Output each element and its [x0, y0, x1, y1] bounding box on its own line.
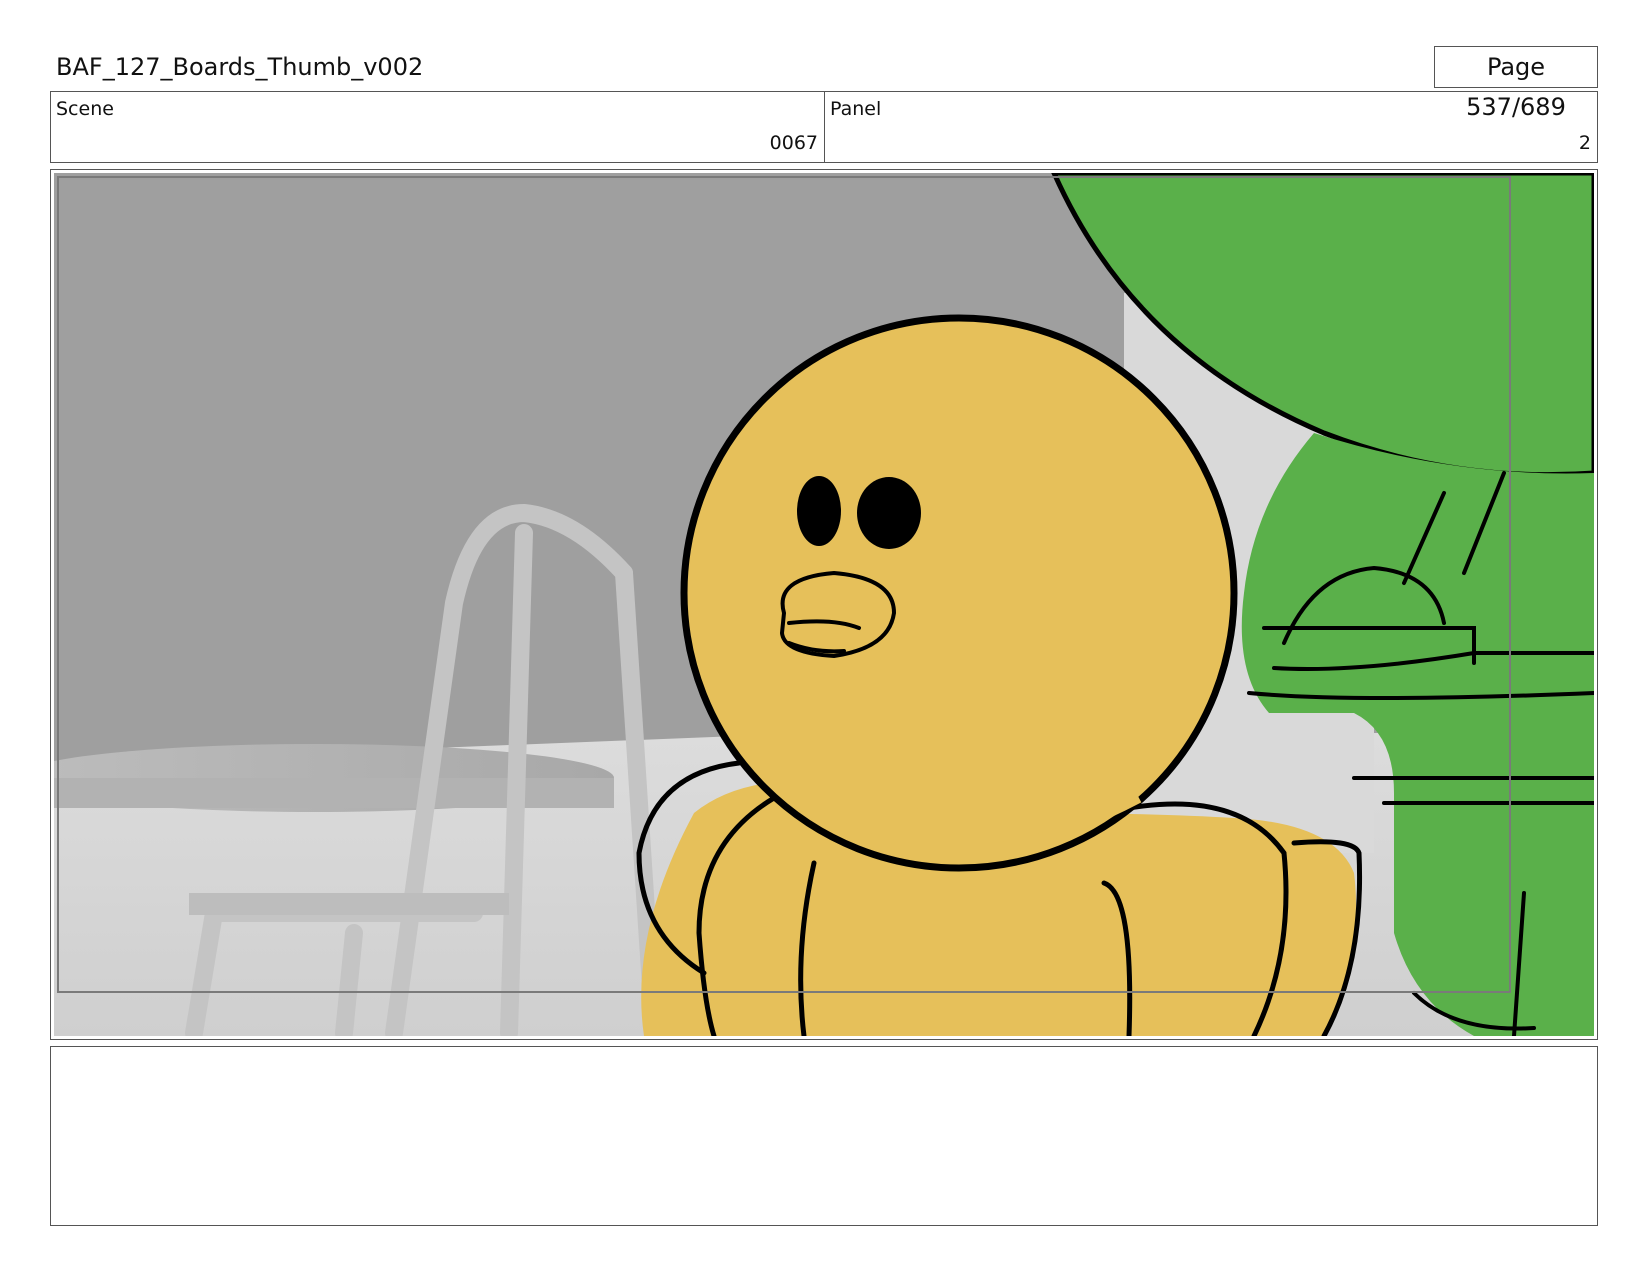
page-indicator: Page 537/689	[1434, 46, 1598, 121]
info-row: Scene 0067 Panel 2	[50, 91, 1598, 163]
storyboard-drawing	[54, 173, 1594, 1036]
scene-label: Scene	[56, 98, 114, 120]
background-chair-seat	[189, 893, 509, 915]
panel-value: 2	[1578, 132, 1591, 154]
character-eye-right	[857, 477, 921, 549]
document-title: BAF_127_Boards_Thumb_v002	[56, 53, 424, 81]
background-table-edge	[54, 778, 614, 808]
scene-cell: Scene 0067	[51, 92, 825, 162]
scene-value: 0067	[769, 132, 818, 154]
panel-label: Panel	[830, 98, 882, 120]
notes-box	[50, 1046, 1598, 1226]
character-eye-left	[797, 476, 841, 546]
storyboard-frame-image	[54, 173, 1594, 1036]
panel-cell: Panel 2	[825, 92, 1597, 162]
